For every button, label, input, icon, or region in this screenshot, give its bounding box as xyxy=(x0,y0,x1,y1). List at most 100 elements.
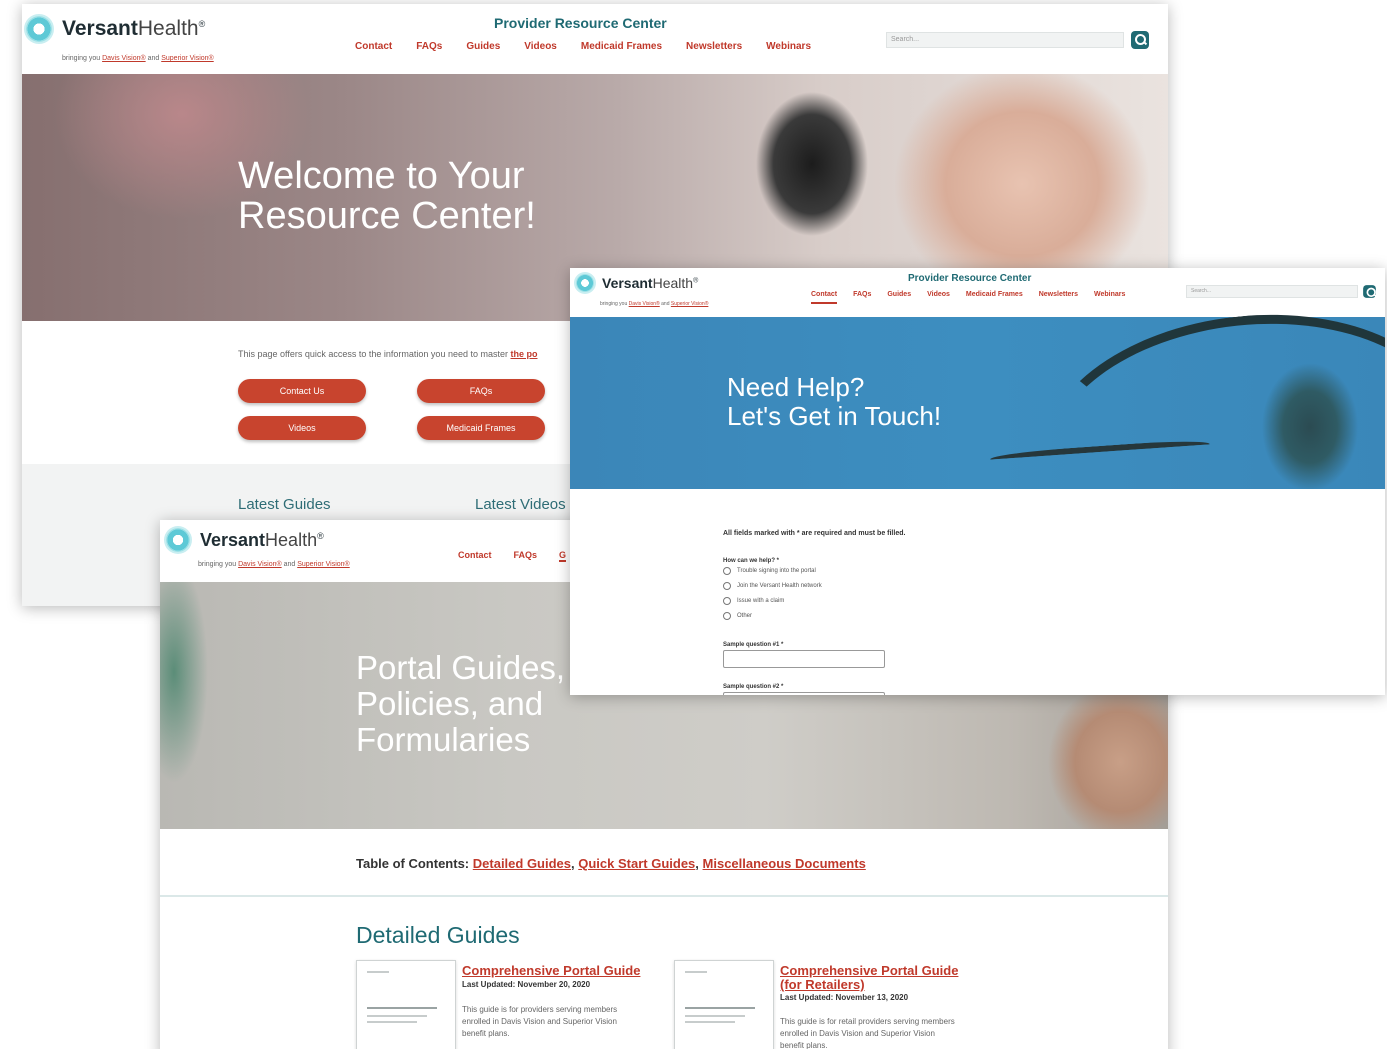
tagline-mid: and xyxy=(145,55,162,62)
tagline-link-superior[interactable]: Superior Vision® xyxy=(671,301,709,307)
main-nav: Contact FAQs Guides Videos Medicaid Fram… xyxy=(811,291,1125,304)
sample-question-1-field[interactable] xyxy=(723,650,885,668)
site-title[interactable]: Provider Resource Center xyxy=(908,273,1031,284)
search-input[interactable]: Search... xyxy=(886,32,1124,48)
nav-videos[interactable]: Videos xyxy=(524,41,557,52)
search-icon[interactable] xyxy=(1131,31,1149,49)
nav-faqs[interactable]: FAQs xyxy=(514,550,538,562)
logo-light-text: Health xyxy=(265,529,318,550)
brand-logo[interactable]: VersantHealth® xyxy=(26,16,205,42)
question-how-can-we-help: How can we help? * xyxy=(723,558,780,564)
nav-newsletters[interactable]: Newsletters xyxy=(1039,291,1078,304)
radio-option[interactable]: Join the Versant Health network xyxy=(723,582,822,590)
logo-light-text: Health xyxy=(137,17,199,40)
required-fields-note: All fields marked with * are required an… xyxy=(723,530,906,537)
radio-option[interactable]: Trouble signing into the portal xyxy=(723,567,816,575)
toc-link-detailed-guides[interactable]: Detailed Guides xyxy=(473,856,571,871)
radio-option-label: Trouble signing into the portal xyxy=(737,568,816,574)
brand-logo[interactable]: VersantHealth® xyxy=(166,528,324,552)
logo-bold-text: Versant xyxy=(62,17,138,40)
registered-mark: ® xyxy=(317,530,324,541)
guide-description: This guide is for providers serving memb… xyxy=(462,1005,618,1038)
nav-contact[interactable]: Contact xyxy=(458,550,492,562)
intro-link[interactable]: the po xyxy=(510,349,537,359)
nav-faqs[interactable]: FAQs xyxy=(853,291,871,304)
table-of-contents: Table of Contents: Detailed Guides, Quic… xyxy=(356,856,866,871)
logo-bold-text: Versant xyxy=(602,275,653,291)
toc-label: Table of Contents: xyxy=(356,856,473,871)
nav-medicaid-frames[interactable]: Medicaid Frames xyxy=(581,41,662,52)
radio-icon[interactable] xyxy=(723,582,731,590)
guide-description: This guide is for retail providers servi… xyxy=(780,1017,955,1049)
nav-newsletters[interactable]: Newsletters xyxy=(686,41,742,52)
tagline-prefix: bringing you xyxy=(600,301,629,307)
medicaid-frames-button[interactable]: Medicaid Frames xyxy=(417,416,545,440)
guide-thumbnail[interactable] xyxy=(356,960,456,1049)
nav-videos[interactable]: Videos xyxy=(927,291,950,304)
toc-link-quick-start-guides[interactable]: Quick Start Guides xyxy=(578,856,695,871)
radio-icon[interactable] xyxy=(723,567,731,575)
guide-updated-date: Last Updated: November 20, 2020 xyxy=(462,980,591,989)
radio-option-label: Other xyxy=(737,613,753,619)
search-input[interactable]: Search... xyxy=(1186,285,1358,298)
radio-icon[interactable] xyxy=(723,597,731,605)
search-icon[interactable] xyxy=(1363,285,1376,298)
guide-title-link[interactable]: Comprehensive Portal Guide xyxy=(462,964,640,978)
main-nav: Contact FAQs G xyxy=(458,550,567,562)
nav-guides[interactable]: G xyxy=(559,550,567,562)
section-title: Detailed Guides xyxy=(356,922,520,948)
radio-option-label: Issue with a claim xyxy=(737,598,785,604)
logo-bold-text: Versant xyxy=(200,529,266,550)
radio-icon[interactable] xyxy=(723,612,731,620)
tagline-prefix: bringing you xyxy=(62,55,103,62)
nav-medicaid-frames[interactable]: Medicaid Frames xyxy=(966,291,1023,304)
brand-tagline: bringing you Davis Vision® and Superior … xyxy=(198,561,350,568)
guide-thumbnail[interactable] xyxy=(674,960,774,1049)
nav-guides[interactable]: Guides xyxy=(887,291,911,304)
tagline-link-superior[interactable]: Superior Vision® xyxy=(161,55,214,62)
main-nav: Contact FAQs Guides Videos Medicaid Fram… xyxy=(355,41,811,52)
nav-webinars[interactable]: Webinars xyxy=(1094,291,1125,304)
radio-option[interactable]: Other xyxy=(723,612,752,620)
videos-button[interactable]: Videos xyxy=(238,416,366,440)
logo-mark-icon xyxy=(576,274,594,292)
nav-faqs[interactable]: FAQs xyxy=(416,41,442,52)
nav-guides[interactable]: Guides xyxy=(466,41,500,52)
hero-title: Welcome to Your Resource Center! xyxy=(238,155,536,237)
hero-title: Need Help? Let's Get in Touch! xyxy=(727,372,942,431)
brand-tagline: bringing you Davis Vision® and Superior … xyxy=(62,55,214,62)
radio-option[interactable]: Issue with a claim xyxy=(723,597,784,605)
guide-title-link[interactable]: Comprehensive Portal Guide (for Retailer… xyxy=(780,964,958,992)
section-divider xyxy=(160,895,1168,897)
latest-videos-heading: Latest Videos xyxy=(475,496,566,513)
sample-question-2-field[interactable] xyxy=(723,692,885,695)
intro-text: This page offers quick access to the inf… xyxy=(238,349,537,359)
latest-guides-heading: Latest Guides xyxy=(238,496,331,513)
tagline-link-davis[interactable]: Davis Vision® xyxy=(102,55,146,62)
tagline-prefix: bringing you xyxy=(198,561,239,568)
radio-option-label: Join the Versant Health network xyxy=(737,583,822,589)
faqs-button[interactable]: FAQs xyxy=(417,379,545,403)
nav-contact[interactable]: Contact xyxy=(355,41,392,52)
nav-webinars[interactable]: Webinars xyxy=(766,41,811,52)
intro-body: This page offers quick access to the inf… xyxy=(238,349,511,359)
logo-mark-icon xyxy=(26,16,52,42)
nav-contact[interactable]: Contact xyxy=(811,291,838,304)
toc-link-misc-documents[interactable]: Miscellaneous Documents xyxy=(703,856,866,871)
screenshot-collage: VersantHealth® bringing you Davis Vision… xyxy=(0,0,1387,1049)
brand-tagline: bringing you Davis Vision® and Superior … xyxy=(600,301,708,307)
sample-question-2-label: Sample question #2 * xyxy=(723,684,784,690)
registered-mark: ® xyxy=(693,277,699,285)
tagline-link-davis[interactable]: Davis Vision® xyxy=(238,561,282,568)
logo-light-text: Health xyxy=(652,275,694,291)
logo-mark-icon xyxy=(166,528,190,552)
contact-page-window: VersantHealth® bringing you Davis Vision… xyxy=(570,268,1385,695)
tagline-link-davis[interactable]: Davis Vision® xyxy=(629,301,660,307)
brand-logo[interactable]: VersantHealth® xyxy=(576,274,698,292)
tagline-link-superior[interactable]: Superior Vision® xyxy=(297,561,350,568)
contact-us-button[interactable]: Contact Us xyxy=(238,379,366,403)
guide-updated-date: Last Updated: November 13, 2020 xyxy=(780,993,909,1002)
sample-question-1-label: Sample question #1 * xyxy=(723,642,784,648)
site-title[interactable]: Provider Resource Center xyxy=(494,15,667,31)
tagline-mid: and xyxy=(281,561,298,568)
